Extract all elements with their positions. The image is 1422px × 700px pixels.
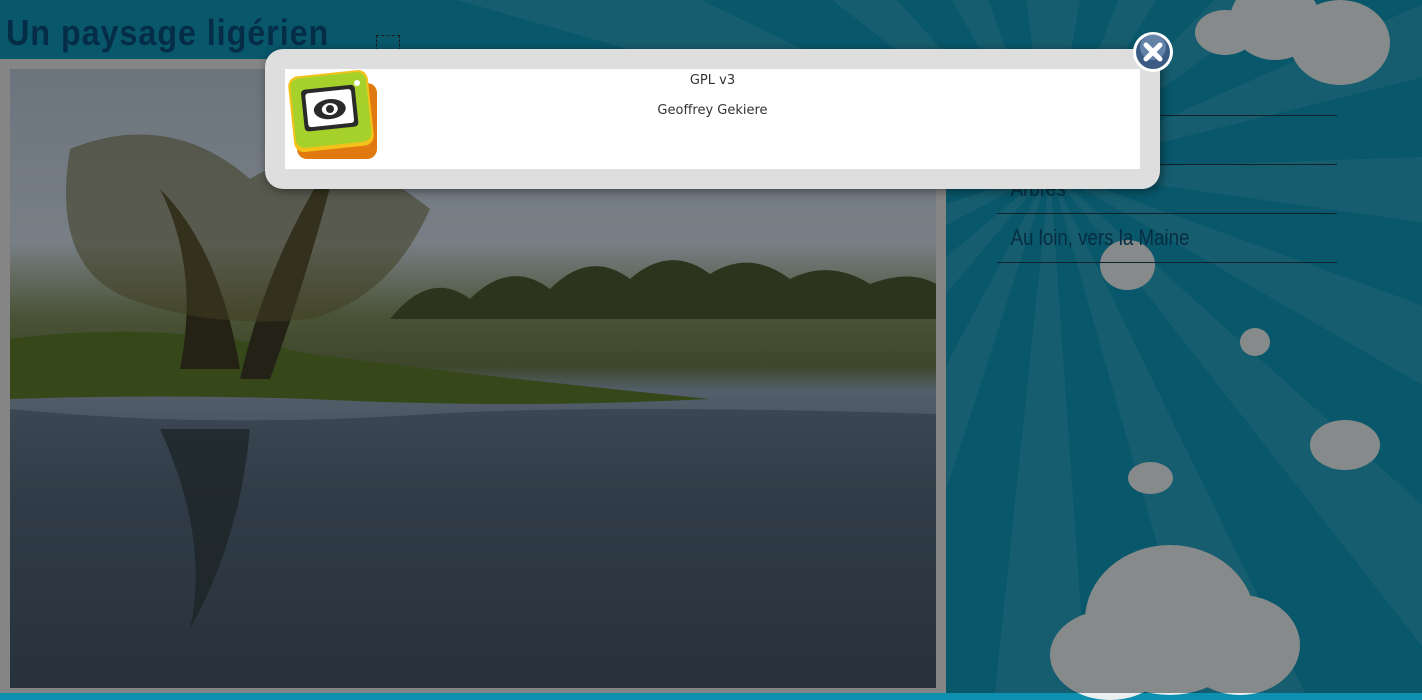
author-text: Geoffrey Gekiere	[657, 103, 768, 118]
close-icon[interactable]	[1131, 30, 1175, 74]
info-dialog-content: GPL v3 Geoffrey Gekiere	[285, 69, 1140, 169]
info-dialog: GPL v3 Geoffrey Gekiere	[265, 49, 1160, 189]
license-text: GPL v3	[689, 73, 736, 88]
